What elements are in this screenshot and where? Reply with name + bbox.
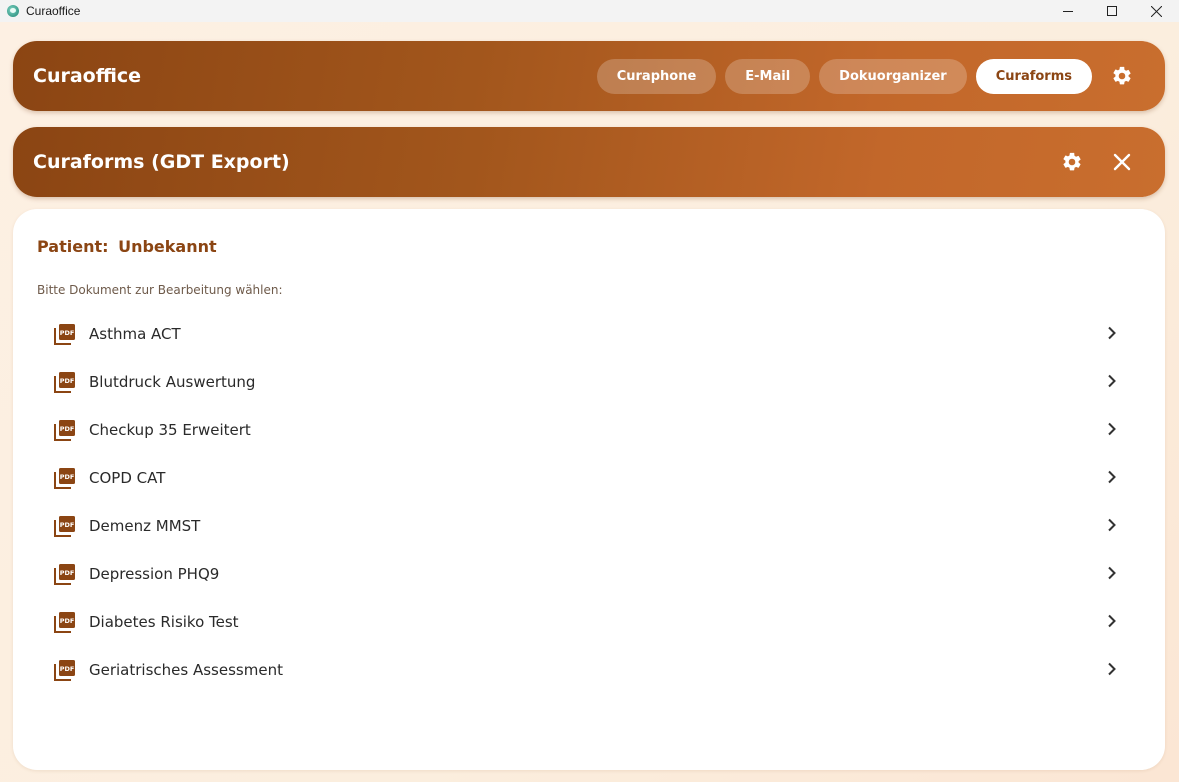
document-label: Blutdruck Auswertung: [89, 373, 256, 391]
nav-curaforms[interactable]: Curaforms: [975, 58, 1092, 94]
patient-info: Patient: Unbekannt: [37, 237, 217, 256]
document-item[interactable]: PDF Asthma ACT: [37, 310, 1117, 358]
main-nav: Curaphone E-Mail Dokuorganizer Curaforms: [596, 41, 1143, 111]
chevron-right-icon: [1108, 518, 1116, 532]
module-actions: [1051, 127, 1143, 197]
document-label: Asthma ACT: [89, 325, 181, 343]
nav-email[interactable]: E-Mail: [725, 58, 811, 94]
svg-text:PDF: PDF: [60, 473, 75, 481]
svg-text:PDF: PDF: [60, 617, 75, 625]
window-close-button[interactable]: [1133, 0, 1179, 22]
module-close-button[interactable]: [1101, 141, 1143, 183]
nav-curaphone[interactable]: Curaphone: [596, 58, 717, 94]
app-title: Curaoffice: [33, 65, 142, 87]
chevron-right-icon: [1108, 422, 1116, 436]
window-title: Curaoffice: [26, 4, 81, 18]
app-header: Curaoffice Curaphone E-Mail Dokuorganize…: [13, 41, 1165, 111]
maximize-button[interactable]: [1089, 0, 1135, 22]
close-icon: [1150, 5, 1162, 17]
document-item[interactable]: PDF Geriatrisches Assessment: [37, 646, 1117, 694]
module-header: Curaforms (GDT Export): [13, 127, 1165, 197]
chevron-right-icon: [1108, 326, 1116, 340]
pdf-icon: PDF: [54, 564, 75, 585]
pdf-icon: PDF: [54, 468, 75, 489]
svg-text:PDF: PDF: [60, 329, 75, 337]
pdf-icon: PDF: [54, 612, 75, 633]
document-label: Demenz MMST: [89, 517, 201, 535]
svg-text:PDF: PDF: [60, 569, 75, 577]
gear-icon: [1063, 152, 1081, 171]
document-panel: Patient: Unbekannt Bitte Dokument zur Be…: [13, 209, 1165, 770]
document-label: Geriatrisches Assessment: [89, 661, 283, 679]
document-item[interactable]: PDF Blutdruck Auswertung: [37, 358, 1117, 406]
svg-text:PDF: PDF: [60, 377, 75, 385]
document-label: Diabetes Risiko Test: [89, 613, 239, 631]
selection-hint: Bitte Dokument zur Bearbeitung wählen:: [37, 283, 283, 297]
svg-text:PDF: PDF: [60, 521, 75, 529]
pdf-icon: PDF: [54, 420, 75, 441]
pdf-icon: PDF: [54, 660, 75, 681]
chevron-right-icon: [1108, 614, 1116, 628]
maximize-icon: [1107, 6, 1117, 16]
document-label: Checkup 35 Erweitert: [89, 421, 251, 439]
close-icon: [1113, 153, 1131, 171]
module-settings-button[interactable]: [1051, 141, 1093, 183]
document-label: Depression PHQ9: [89, 565, 220, 583]
header-settings-button[interactable]: [1101, 55, 1143, 97]
document-item[interactable]: PDF COPD CAT: [37, 454, 1117, 502]
pdf-icon: PDF: [54, 516, 75, 537]
pdf-icon: PDF: [54, 372, 75, 393]
chevron-right-icon: [1108, 470, 1116, 484]
gear-icon: [1113, 66, 1131, 85]
document-item[interactable]: PDF Demenz MMST: [37, 502, 1117, 550]
minimize-icon: [1063, 11, 1073, 12]
nav-dokuorganizer[interactable]: Dokuorganizer: [819, 58, 967, 94]
pdf-icon: PDF: [54, 324, 75, 345]
svg-text:PDF: PDF: [60, 665, 75, 673]
chevron-right-icon: [1108, 566, 1116, 580]
window-titlebar: Curaoffice: [0, 0, 1179, 22]
document-item[interactable]: PDF Checkup 35 Erweitert: [37, 406, 1117, 454]
document-item[interactable]: PDF Diabetes Risiko Test: [37, 598, 1117, 646]
document-item[interactable]: PDF Depression PHQ9: [37, 550, 1117, 598]
app-logo-icon: [7, 5, 19, 17]
document-list: PDF Asthma ACT PDF Blutdruck Auswertung …: [37, 310, 1117, 694]
minimize-button[interactable]: [1045, 0, 1091, 22]
svg-text:PDF: PDF: [60, 425, 75, 433]
patient-value: Unbekannt: [118, 237, 217, 256]
document-label: COPD CAT: [89, 469, 166, 487]
module-title: Curaforms (GDT Export): [33, 151, 290, 173]
chevron-right-icon: [1108, 662, 1116, 676]
chevron-right-icon: [1108, 374, 1116, 388]
patient-label: Patient:: [37, 237, 109, 256]
